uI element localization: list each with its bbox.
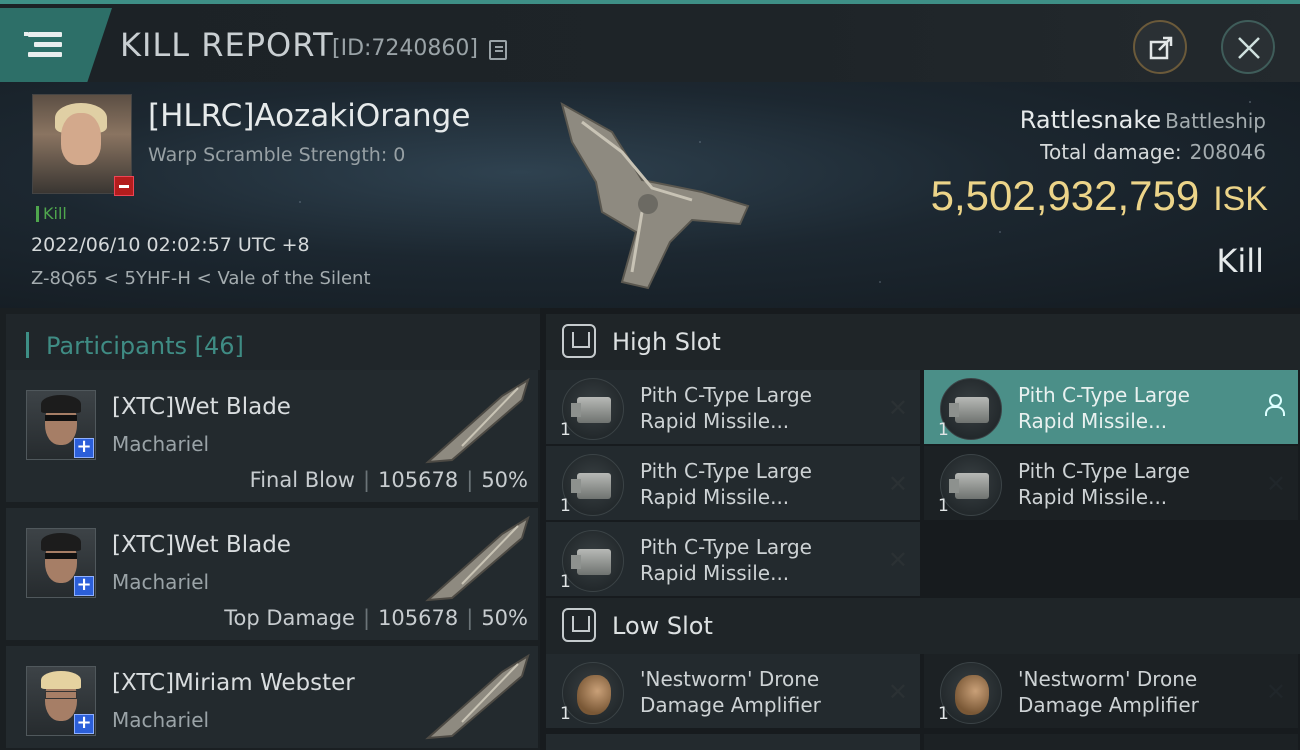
menu-button[interactable]: [0, 8, 112, 82]
drone-amplifier-icon: [562, 662, 624, 724]
total-damage-label: Total damage:: [1040, 140, 1182, 164]
module-qty: 1: [560, 496, 571, 516]
destroyed-icon: ✕: [887, 678, 908, 706]
missile-launcher-icon: [562, 378, 624, 440]
participant-ship-image: [425, 515, 530, 602]
participant-stats: Top Damage | 105678 | 50%: [224, 606, 528, 630]
add-contact-icon[interactable]: +: [74, 576, 94, 596]
victim-name[interactable]: [HLRC]AozakiOrange: [148, 98, 470, 134]
participant-percent: 50%: [481, 606, 528, 630]
page-title: KILL REPORT: [120, 26, 334, 64]
participant-name: [XTC]Wet Blade: [112, 532, 291, 558]
participant-row[interactable]: + [XTC]Miriam Webster Machariel: [6, 646, 538, 750]
warp-scramble-strength: Warp Scramble Strength: 0: [148, 144, 406, 166]
module-name: 'Nestworm' Drone Damage Amplifier: [1018, 667, 1199, 717]
module-name: Pith C-Type Large Rapid Missile...: [640, 383, 812, 433]
high-slot-label: High Slot: [612, 328, 721, 356]
participants-header: Participants [46]: [6, 314, 540, 370]
module-name: Pith C-Type Large Rapid Missile...: [640, 459, 812, 509]
participant-name: [XTC]Miriam Webster: [112, 670, 355, 696]
isk-value: 5,502,932,759 ISK: [931, 172, 1268, 220]
module-qty: 1: [938, 496, 949, 516]
module-item[interactable]: 1 'Nestworm' Drone Damage Amplifier ✕: [924, 654, 1298, 728]
participant-row[interactable]: + [XTC]Wet Blade Machariel Top Damage | 10…: [6, 508, 538, 642]
participant-role: Top Damage: [224, 606, 355, 630]
participant-name: [XTC]Wet Blade: [112, 394, 291, 420]
destroyed-icon: ✕: [887, 394, 908, 422]
add-contact-icon[interactable]: +: [74, 438, 94, 458]
total-damage: Total damage: 208046: [1040, 140, 1266, 164]
module-item[interactable]: 1 Pith C-Type Large Rapid Missile... ✕: [924, 446, 1298, 520]
participant-ship-image: [425, 377, 530, 464]
module-qty: 1: [560, 420, 571, 440]
module-item[interactable]: 1 Pith C-Type Large Rapid Missile... ✕: [546, 370, 920, 444]
high-slot-icon: [562, 324, 596, 358]
participant-row[interactable]: + [XTC]Wet Blade Machariel Final Blow | 10…: [6, 370, 538, 504]
participant-damage: 105678: [378, 468, 459, 492]
victim-panel: [HLRC]AozakiOrange Warp Scramble Strengt…: [0, 82, 1300, 308]
participant-damage: 105678: [378, 606, 459, 630]
report-id: [ID:7240860]: [332, 36, 478, 61]
participant-stats: Final Blow | 105678 | 50%: [249, 468, 528, 492]
module-qty: 1: [938, 420, 949, 440]
total-damage-value: 208046: [1189, 140, 1266, 164]
destroyed-icon: ✕: [887, 470, 908, 498]
module-item-partial[interactable]: [546, 734, 920, 750]
victim-ship-name[interactable]: Rattlesnake Battleship: [1020, 106, 1266, 134]
copy-icon[interactable]: [489, 40, 507, 60]
destroyed-icon: ✕: [1265, 678, 1286, 706]
share-button[interactable]: [1133, 20, 1187, 74]
destroyed-icon: ✕: [1265, 470, 1286, 498]
participant-ship: Machariel: [112, 432, 210, 456]
drone-amplifier-icon: [940, 662, 1002, 724]
top-bar: KILL REPORT [ID:7240860]: [0, 0, 1300, 82]
missile-launcher-icon: [562, 530, 624, 592]
high-slot-header: High Slot: [546, 314, 1300, 370]
fittings-panel: High Slot 1 Pith C-Type Large Rapid Missi…: [540, 308, 1300, 750]
ship-class: Battleship: [1165, 109, 1266, 133]
participants-count: [46]: [194, 332, 244, 360]
module-item[interactable]: 1 Pith C-Type Large Rapid Missile... ✕: [546, 522, 920, 596]
low-slot-header: Low Slot: [546, 598, 1300, 654]
kill-datetime: 2022/06/10 02:02:57 UTC +8: [31, 234, 310, 256]
participants-panel: Participants [46] + [XTC]Wet Blade Macha…: [0, 308, 540, 750]
module-name: Pith C-Type Large Rapid Missile...: [640, 535, 812, 585]
participant-percent: 50%: [481, 468, 528, 492]
dropped-person-icon: [1264, 394, 1285, 416]
missile-launcher-icon: [562, 454, 624, 516]
module-qty: 1: [560, 704, 571, 724]
add-contact-icon[interactable]: +: [74, 714, 94, 734]
module-item[interactable]: 1 Pith C-Type Large Rapid Missile...: [924, 370, 1298, 444]
low-slot-icon: [562, 608, 596, 642]
module-name: 'Nestworm' Drone Damage Amplifier: [640, 667, 821, 717]
missile-launcher-icon: [940, 378, 1002, 440]
close-button[interactable]: [1221, 20, 1275, 74]
participant-role: Final Blow: [249, 468, 355, 492]
isk-unit: ISK: [1213, 180, 1268, 218]
module-item[interactable]: 1 Pith C-Type Large Rapid Missile... ✕: [546, 446, 920, 520]
ship-name: Rattlesnake: [1019, 106, 1162, 134]
missile-launcher-icon: [940, 454, 1002, 516]
destroyed-icon: ✕: [887, 546, 908, 574]
close-icon: [1238, 37, 1260, 59]
kill-tag: Kill: [36, 206, 67, 222]
module-qty: 1: [938, 704, 949, 724]
participants-label: Participants: [46, 332, 187, 360]
low-slot-label: Low Slot: [612, 612, 713, 640]
kill-result: Kill: [1216, 242, 1264, 280]
isk-amount: 5,502,932,759: [930, 172, 1200, 219]
module-item[interactable]: 1 'Nestworm' Drone Damage Amplifier ✕: [546, 654, 920, 728]
module-name: Pith C-Type Large Rapid Missile...: [1018, 459, 1190, 509]
module-qty: 1: [560, 572, 571, 592]
victim-ship-image[interactable]: [552, 92, 762, 302]
participant-ship-image: [425, 653, 530, 740]
participant-ship: Machariel: [112, 708, 210, 732]
participant-ship: Machariel: [112, 570, 210, 594]
kill-location[interactable]: Z-8Q65 < 5YHF-H < Vale of the Silent: [31, 268, 371, 289]
module-item-partial[interactable]: [924, 734, 1298, 750]
share-icon: [1149, 36, 1173, 60]
module-name: Pith C-Type Large Rapid Missile...: [1018, 383, 1190, 433]
standing-minus-icon: [114, 176, 134, 196]
